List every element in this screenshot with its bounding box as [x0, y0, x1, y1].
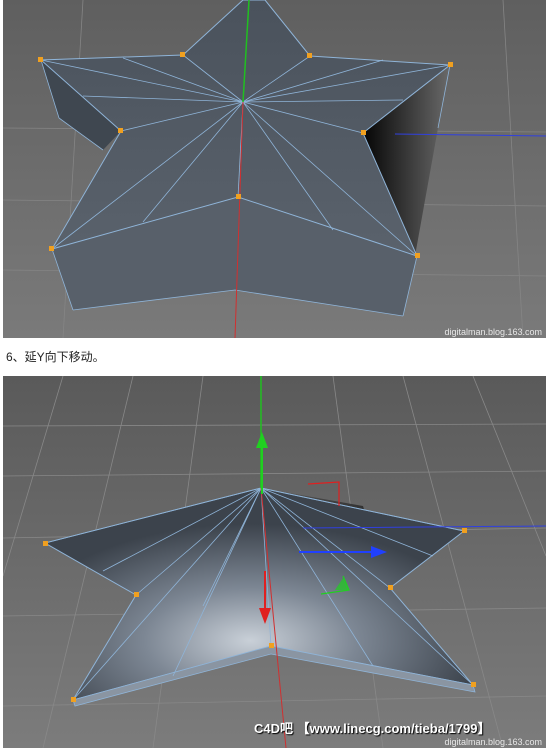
viewport-top[interactable]: digitalman.blog.163.com: [3, 0, 546, 338]
forum-banner: C4D吧 【www.linecg.com/tieba/1799】: [254, 721, 491, 736]
viewport-top-canvas[interactable]: [3, 0, 546, 338]
viewport-bottom[interactable]: digitalman.blog.163.com: [3, 376, 546, 748]
watermark: digitalman.blog.163.com: [444, 737, 542, 747]
watermark: digitalman.blog.163.com: [444, 327, 542, 337]
viewport-bottom-canvas[interactable]: [3, 376, 546, 748]
step-caption: 6、延Y向下移动。: [6, 350, 105, 364]
